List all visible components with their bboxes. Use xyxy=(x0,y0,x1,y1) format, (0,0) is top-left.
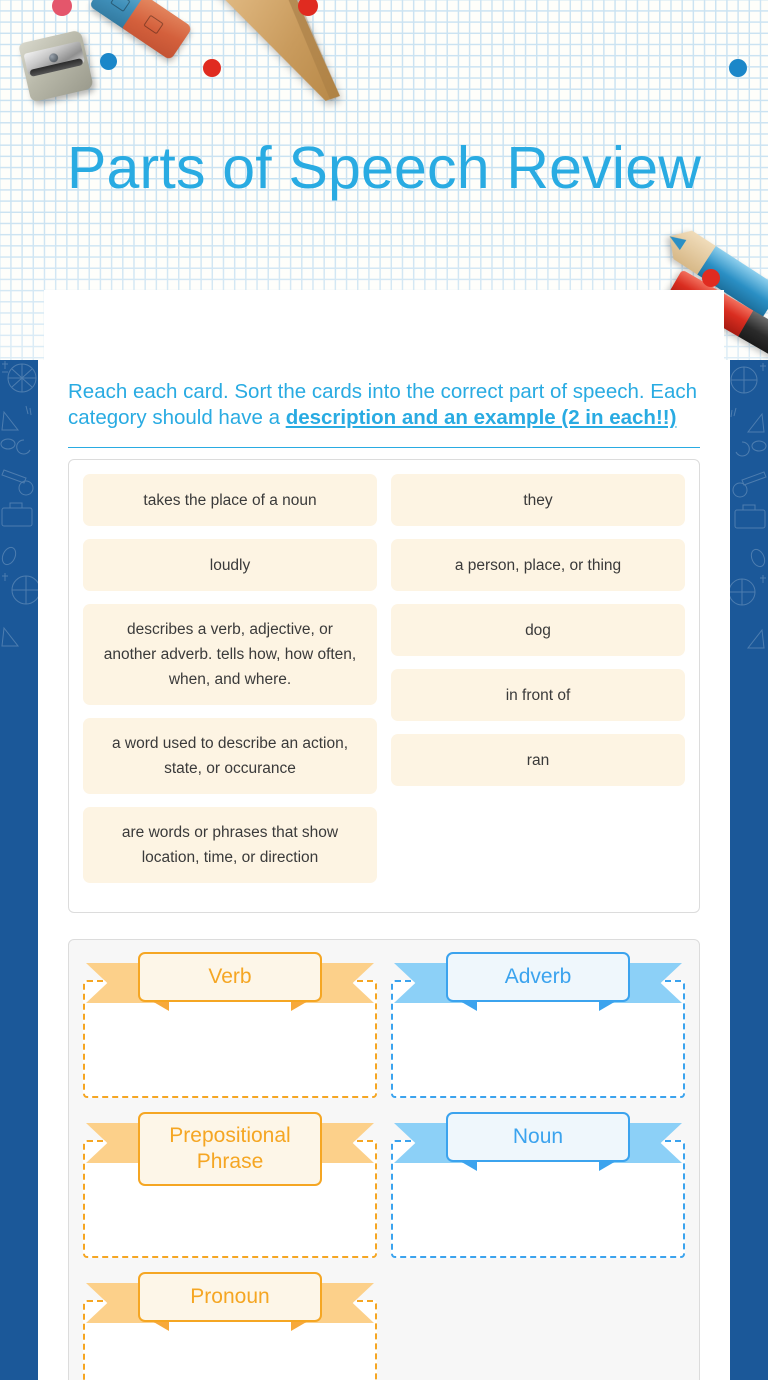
drop-target-area[interactable] xyxy=(391,980,685,1098)
drop-target-area[interactable] xyxy=(83,1140,377,1258)
card[interactable]: in front of xyxy=(391,669,685,721)
card[interactable]: ran xyxy=(391,734,685,786)
school-supplies-pattern-icon xyxy=(730,363,767,649)
page-title: Parts of Speech Review xyxy=(66,135,702,201)
page-header: Parts of Speech Review xyxy=(0,0,768,360)
drop-zone-row: Verb Adverb Prepositional Phrase Noun Pr… xyxy=(83,952,685,1380)
drop-zone-noun[interactable]: Noun xyxy=(391,1112,685,1258)
drop-target-area[interactable] xyxy=(83,980,377,1098)
drop-zones-panel: Verb Adverb Prepositional Phrase Noun Pr… xyxy=(68,939,700,1380)
ruler-triangle-icon xyxy=(165,0,350,102)
header-sheet xyxy=(44,290,724,360)
instructions-emphasis: description and an example (2 in each!!) xyxy=(285,406,677,429)
cards-right-column: they a person, place, or thing dog in fr… xyxy=(391,474,685,896)
card[interactable]: dog xyxy=(391,604,685,656)
dot-blue-2 xyxy=(729,59,747,77)
drop-zone-prepositional-phrase[interactable]: Prepositional Phrase xyxy=(83,1112,377,1258)
drop-target-area[interactable] xyxy=(391,1140,685,1258)
card[interactable]: they xyxy=(391,474,685,526)
card[interactable]: a person, place, or thing xyxy=(391,539,685,591)
cards-panel: takes the place of a noun loudly describ… xyxy=(68,459,700,913)
left-side-rail xyxy=(0,360,38,1380)
card[interactable]: are words or phrases that show location,… xyxy=(83,807,377,883)
school-supplies-pattern-icon xyxy=(0,361,38,647)
card[interactable]: takes the place of a noun xyxy=(83,474,377,526)
instructions-divider xyxy=(68,447,700,448)
main-content: Reach each card. Sort the cards into the… xyxy=(38,360,730,1380)
card[interactable]: loudly xyxy=(83,539,377,591)
cards-grid: takes the place of a noun loudly describ… xyxy=(83,474,685,896)
card[interactable]: describes a verb, adjective, or another … xyxy=(83,604,377,705)
worksheet-page: Parts of Speech Review Reach each card. … xyxy=(0,0,768,1380)
instructions-text: Reach each card. Sort the cards into the… xyxy=(68,360,700,431)
drop-zone-verb[interactable]: Verb xyxy=(83,952,377,1098)
drop-zone-pronoun[interactable]: Pronoun xyxy=(83,1272,377,1380)
dot-blue-1 xyxy=(100,53,117,70)
dot-red-2 xyxy=(203,59,221,77)
drop-zone-adverb[interactable]: Adverb xyxy=(391,952,685,1098)
cards-left-column: takes the place of a noun loudly describ… xyxy=(83,474,377,896)
drop-target-area[interactable] xyxy=(83,1300,377,1380)
right-side-rail xyxy=(730,360,768,1380)
card[interactable]: a word used to describe an action, state… xyxy=(83,718,377,794)
dot-red-3 xyxy=(702,269,720,287)
